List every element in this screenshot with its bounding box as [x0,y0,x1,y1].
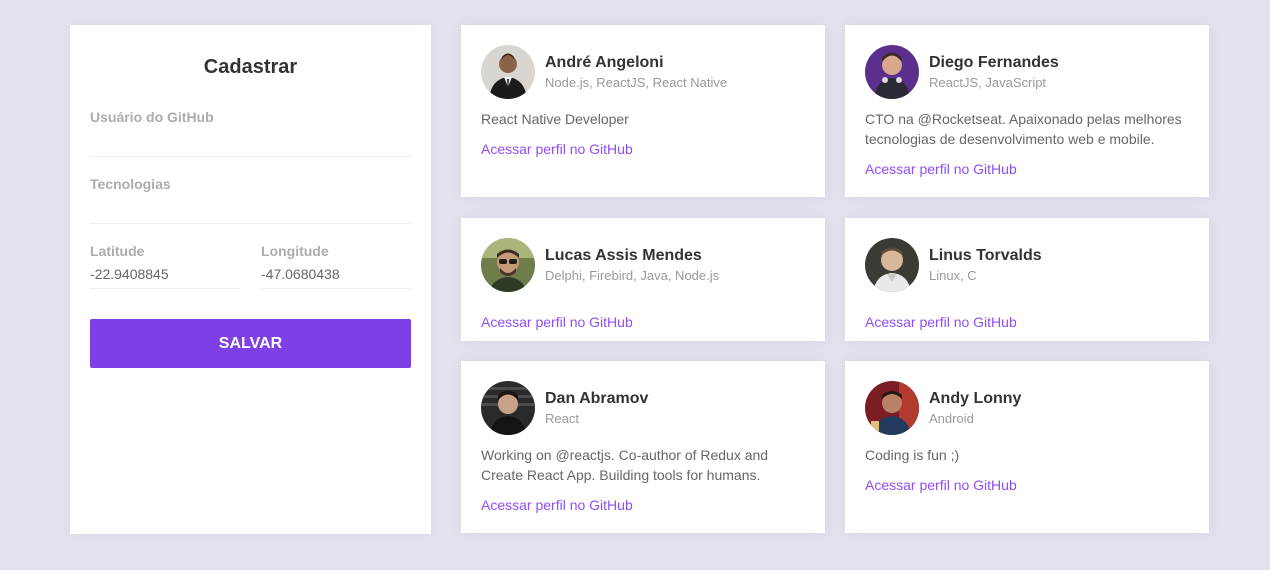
dev-card-header: Linus Torvalds Linux, C [865,238,1189,292]
latitude-label: Latitude [90,243,145,259]
dev-card: Linus Torvalds Linux, C Acessar perfil n… [845,218,1209,341]
dev-card: André Angeloni Node.js, ReactJS, React N… [461,25,825,197]
dev-card-header: André Angeloni Node.js, ReactJS, React N… [481,45,805,99]
github-username-input[interactable] [90,125,411,157]
dev-techs: Android [929,411,974,426]
github-profile-link[interactable]: Acessar perfil no GitHub [865,159,1017,179]
longitude-block: Longitude [261,243,411,289]
dev-card: Dan Abramov React Working on @reactjs. C… [461,361,825,533]
user-info: Lucas Assis Mendes Delphi, Firebird, Jav… [545,246,719,284]
github-profile-link[interactable]: Acessar perfil no GitHub [481,312,633,332]
dev-card: Diego Fernandes ReactJS, JavaScript CTO … [845,25,1209,197]
dev-card-header: Dan Abramov React [481,381,805,435]
github-username-block: Usuário do GitHub [90,109,411,157]
techs-label: Tecnologias [90,176,171,192]
avatar [865,381,919,435]
dev-card-header: Lucas Assis Mendes Delphi, Firebird, Jav… [481,238,805,292]
user-info: Diego Fernandes ReactJS, JavaScript [929,53,1059,91]
dev-name: André Angeloni [545,54,664,71]
dev-card: Lucas Assis Mendes Delphi, Firebird, Jav… [461,218,825,341]
latitude-block: Latitude [90,243,240,289]
github-username-label: Usuário do GitHub [90,109,214,125]
user-info: Dan Abramov React [545,389,648,427]
dev-card-header: Andy Lonny Android [865,381,1189,435]
dev-name: Linus Torvalds [929,247,1042,264]
coordinates-group: Latitude Longitude [90,243,411,289]
dev-techs: React [545,411,579,426]
avatar [865,238,919,292]
dev-techs: Node.js, ReactJS, React Native [545,75,728,90]
dev-bio: React Native Developer [481,111,629,127]
github-profile-link[interactable]: Acessar perfil no GitHub [865,475,1017,495]
dev-name: Lucas Assis Mendes [545,247,702,264]
techs-block: Tecnologias [90,176,411,224]
dev-name: Andy Lonny [929,390,1022,407]
dev-techs: Delphi, Firebird, Java, Node.js [545,268,720,283]
save-button[interactable]: SALVAR [90,319,411,368]
github-profile-link[interactable]: Acessar perfil no GitHub [865,312,1017,332]
avatar [865,45,919,99]
dev-bio: CTO na @Rocketseat. Apaixonado pelas mel… [865,111,1182,147]
register-panel: Cadastrar Usuário do GitHub Tecnologias … [70,25,431,534]
dev-card-header: Diego Fernandes ReactJS, JavaScript [865,45,1189,99]
avatar [481,238,535,292]
longitude-label: Longitude [261,243,329,259]
user-info: Linus Torvalds Linux, C [929,246,1042,284]
latitude-input[interactable] [90,259,240,289]
github-profile-link[interactable]: Acessar perfil no GitHub [481,139,633,159]
user-info: Andy Lonny Android [929,389,1021,427]
longitude-input[interactable] [261,259,411,289]
dev-bio: Working on @reactjs. Co-author of Redux … [481,447,769,483]
avatar [481,45,535,99]
github-profile-link[interactable]: Acessar perfil no GitHub [481,495,633,515]
dev-card: Andy Lonny Android Coding is fun ;) Aces… [845,361,1209,533]
dev-bio: Coding is fun ;) [865,447,960,463]
techs-input[interactable] [90,192,411,224]
register-title: Cadastrar [203,56,298,78]
dev-name: Dan Abramov [545,390,649,407]
user-info: André Angeloni Node.js, ReactJS, React N… [545,53,727,91]
dev-techs: ReactJS, JavaScript [929,75,1047,90]
dev-techs: Linux, C [929,268,977,283]
avatar [481,381,535,435]
dev-name: Diego Fernandes [929,54,1059,71]
